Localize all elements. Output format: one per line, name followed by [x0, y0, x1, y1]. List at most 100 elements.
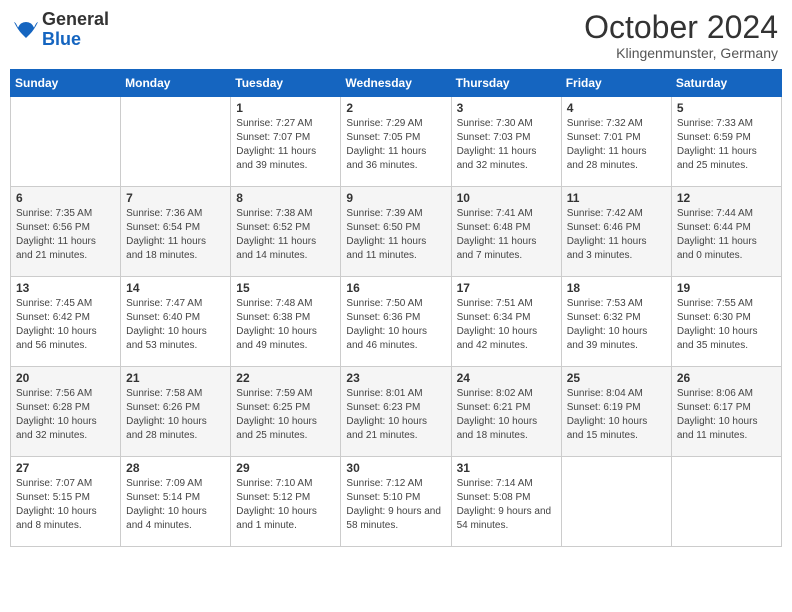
calendar-table: Sunday Monday Tuesday Wednesday Thursday…: [10, 69, 782, 547]
calendar-cell: 19 Sunrise: 7:55 AM Sunset: 6:30 PM Dayli…: [671, 277, 781, 367]
day-info: Sunrise: 7:48 AM Sunset: 6:38 PM Dayligh…: [236, 297, 335, 353]
calendar-cell: 3 Sunrise: 7:30 AM Sunset: 7:03 PM Daylig…: [451, 97, 561, 187]
day-info: Sunrise: 7:29 AM Sunset: 7:05 PM Dayligh…: [346, 117, 445, 173]
calendar-cell: 5Sunrise: 7:33 AM Sunset: 6:59 PM Daylig…: [671, 97, 781, 187]
day-number: 7: [126, 191, 225, 205]
weekday-row: Sunday Monday Tuesday Wednesday Thursday…: [11, 70, 782, 97]
day-number: 13: [16, 281, 115, 295]
calendar-cell: 13 Sunrise: 7:45 AM Sunset: 6:42 PM Dayli…: [11, 277, 121, 367]
day-info: Sunrise: 7:32 AM Sunset: 7:01 PM Dayligh…: [567, 117, 666, 173]
location-title: Klingenmunster, Germany: [584, 45, 778, 61]
day-number: 30: [346, 461, 445, 475]
calendar-week-3: 13 Sunrise: 7:45 AM Sunset: 6:42 PM Dayli…: [11, 277, 782, 367]
day-info: Sunrise: 7:45 AM Sunset: 6:42 PM Dayligh…: [16, 297, 115, 353]
calendar-week-2: 6Sunrise: 7:35 AM Sunset: 6:56 PM Daylig…: [11, 187, 782, 277]
calendar-cell: 7 Sunrise: 7:36 AM Sunset: 6:54 PM Daylig…: [121, 187, 231, 277]
day-info: Sunrise: 7:55 AM Sunset: 6:30 PM Dayligh…: [677, 297, 776, 353]
day-info: Sunrise: 7:14 AM Sunset: 5:08 PM Dayligh…: [457, 477, 556, 533]
calendar-cell: 6Sunrise: 7:35 AM Sunset: 6:56 PM Daylig…: [11, 187, 121, 277]
calendar-cell: [561, 457, 671, 547]
day-info: Sunrise: 7:59 AM Sunset: 6:25 PM Dayligh…: [236, 387, 335, 443]
day-info: Sunrise: 7:44 AM Sunset: 6:44 PM Dayligh…: [677, 207, 776, 263]
calendar-cell: 24Sunrise: 8:02 AM Sunset: 6:21 PM Dayli…: [451, 367, 561, 457]
day-number: 29: [236, 461, 335, 475]
calendar-cell: 21Sunrise: 7:58 AM Sunset: 6:26 PM Dayli…: [121, 367, 231, 457]
day-number: 1: [236, 101, 335, 115]
logo-icon: [14, 18, 38, 42]
header-saturday: Saturday: [671, 70, 781, 97]
day-info: Sunrise: 8:04 AM Sunset: 6:19 PM Dayligh…: [567, 387, 666, 443]
calendar-week-5: 27 Sunrise: 7:07 AM Sunset: 5:15 PM Dayli…: [11, 457, 782, 547]
calendar-cell: 12 Sunrise: 7:44 AM Sunset: 6:44 PM Dayli…: [671, 187, 781, 277]
calendar-cell: 17 Sunrise: 7:51 AM Sunset: 6:34 PM Dayli…: [451, 277, 561, 367]
day-info: Sunrise: 7:51 AM Sunset: 6:34 PM Dayligh…: [457, 297, 556, 353]
day-info: Sunrise: 7:30 AM Sunset: 7:03 PM Dayligh…: [457, 117, 556, 173]
day-number: 2: [346, 101, 445, 115]
day-info: Sunrise: 7:42 AM Sunset: 6:46 PM Dayligh…: [567, 207, 666, 263]
day-info: Sunrise: 7:09 AM Sunset: 5:14 PM Dayligh…: [126, 477, 225, 533]
header-tuesday: Tuesday: [231, 70, 341, 97]
day-number: 16: [346, 281, 445, 295]
page-header: General Blue October 2024 Klingenmunster…: [10, 10, 782, 61]
calendar-cell: 28Sunrise: 7:09 AM Sunset: 5:14 PM Dayli…: [121, 457, 231, 547]
calendar-cell: [671, 457, 781, 547]
calendar-header: Sunday Monday Tuesday Wednesday Thursday…: [11, 70, 782, 97]
calendar-cell: 26 Sunrise: 8:06 AM Sunset: 6:17 PM Dayli…: [671, 367, 781, 457]
calendar-cell: 22 Sunrise: 7:59 AM Sunset: 6:25 PM Dayli…: [231, 367, 341, 457]
calendar-cell: 10Sunrise: 7:41 AM Sunset: 6:48 PM Dayli…: [451, 187, 561, 277]
day-info: Sunrise: 8:06 AM Sunset: 6:17 PM Dayligh…: [677, 387, 776, 443]
calendar-cell: 31 Sunrise: 7:14 AM Sunset: 5:08 PM Dayli…: [451, 457, 561, 547]
calendar-week-1: 1Sunrise: 7:27 AM Sunset: 7:07 PM Daylig…: [11, 97, 782, 187]
day-info: Sunrise: 7:41 AM Sunset: 6:48 PM Dayligh…: [457, 207, 556, 263]
calendar-cell: 29Sunrise: 7:10 AM Sunset: 5:12 PM Dayli…: [231, 457, 341, 547]
calendar-cell: [121, 97, 231, 187]
header-thursday: Thursday: [451, 70, 561, 97]
day-number: 4: [567, 101, 666, 115]
day-number: 8: [236, 191, 335, 205]
calendar-cell: 4 Sunrise: 7:32 AM Sunset: 7:01 PM Daylig…: [561, 97, 671, 187]
calendar-cell: 15Sunrise: 7:48 AM Sunset: 6:38 PM Dayli…: [231, 277, 341, 367]
header-friday: Friday: [561, 70, 671, 97]
day-number: 9: [346, 191, 445, 205]
day-info: Sunrise: 7:33 AM Sunset: 6:59 PM Dayligh…: [677, 117, 776, 173]
logo: General Blue: [14, 10, 109, 50]
day-info: Sunrise: 7:07 AM Sunset: 5:15 PM Dayligh…: [16, 477, 115, 533]
day-number: 22: [236, 371, 335, 385]
calendar-cell: 14Sunrise: 7:47 AM Sunset: 6:40 PM Dayli…: [121, 277, 231, 367]
logo-general: General: [42, 10, 109, 30]
calendar-cell: 16 Sunrise: 7:50 AM Sunset: 6:36 PM Dayli…: [341, 277, 451, 367]
day-number: 12: [677, 191, 776, 205]
day-number: 20: [16, 371, 115, 385]
calendar-cell: 25Sunrise: 8:04 AM Sunset: 6:19 PM Dayli…: [561, 367, 671, 457]
calendar-cell: 11 Sunrise: 7:42 AM Sunset: 6:46 PM Dayli…: [561, 187, 671, 277]
day-info: Sunrise: 7:36 AM Sunset: 6:54 PM Dayligh…: [126, 207, 225, 263]
header-sunday: Sunday: [11, 70, 121, 97]
calendar-cell: 20 Sunrise: 7:56 AM Sunset: 6:28 PM Dayli…: [11, 367, 121, 457]
logo-blue: Blue: [42, 30, 109, 50]
day-number: 17: [457, 281, 556, 295]
day-number: 3: [457, 101, 556, 115]
day-number: 27: [16, 461, 115, 475]
calendar-cell: 2 Sunrise: 7:29 AM Sunset: 7:05 PM Daylig…: [341, 97, 451, 187]
header-wednesday: Wednesday: [341, 70, 451, 97]
day-number: 14: [126, 281, 225, 295]
calendar-cell: 30 Sunrise: 7:12 AM Sunset: 5:10 PM Dayli…: [341, 457, 451, 547]
day-info: Sunrise: 7:58 AM Sunset: 6:26 PM Dayligh…: [126, 387, 225, 443]
day-number: 31: [457, 461, 556, 475]
day-info: Sunrise: 7:56 AM Sunset: 6:28 PM Dayligh…: [16, 387, 115, 443]
calendar-cell: 23Sunrise: 8:01 AM Sunset: 6:23 PM Dayli…: [341, 367, 451, 457]
day-info: Sunrise: 7:50 AM Sunset: 6:36 PM Dayligh…: [346, 297, 445, 353]
day-info: Sunrise: 8:01 AM Sunset: 6:23 PM Dayligh…: [346, 387, 445, 443]
calendar-cell: [11, 97, 121, 187]
calendar-cell: 9 Sunrise: 7:39 AM Sunset: 6:50 PM Daylig…: [341, 187, 451, 277]
header-monday: Monday: [121, 70, 231, 97]
calendar-week-4: 20 Sunrise: 7:56 AM Sunset: 6:28 PM Dayli…: [11, 367, 782, 457]
calendar-cell: 18Sunrise: 7:53 AM Sunset: 6:32 PM Dayli…: [561, 277, 671, 367]
day-number: 19: [677, 281, 776, 295]
day-info: Sunrise: 7:35 AM Sunset: 6:56 PM Dayligh…: [16, 207, 115, 263]
day-number: 11: [567, 191, 666, 205]
day-info: Sunrise: 7:39 AM Sunset: 6:50 PM Dayligh…: [346, 207, 445, 263]
title-block: October 2024 Klingenmunster, Germany: [584, 10, 778, 61]
day-number: 26: [677, 371, 776, 385]
day-info: Sunrise: 7:12 AM Sunset: 5:10 PM Dayligh…: [346, 477, 445, 533]
